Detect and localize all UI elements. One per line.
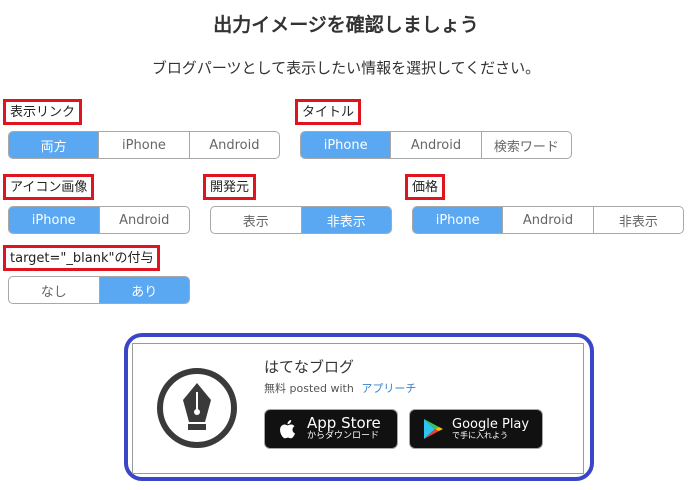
google-play-sub-text: で手に入れよう [452,430,508,440]
icon-image-selector: iPhone Android [8,206,190,234]
app-store-badge[interactable]: App Store からダウンロード [264,409,398,449]
title-option-search-word[interactable]: 検索ワード [480,132,571,158]
target-blank-option-none[interactable]: なし [9,277,99,303]
title-option-iphone[interactable]: iPhone [301,132,391,158]
developer-option-hide[interactable]: 非表示 [300,207,391,233]
apple-icon [280,420,295,439]
developer-option-show[interactable]: 表示 [211,207,301,233]
target-blank-option-yes[interactable]: あり [98,277,189,303]
display-link-option-both[interactable]: 両方 [9,132,99,158]
icon-image-label: アイコン画像 [3,174,95,200]
app-store-sub-text: からダウンロード [307,431,380,442]
target-blank-label: target="_blank"の付与 [3,245,161,271]
icon-image-option-iphone[interactable]: iPhone [9,207,99,233]
fountain-pen-icon [157,368,237,448]
title-selector: iPhone Android 検索ワード [300,131,572,159]
price-option-hide[interactable]: 非表示 [592,207,683,233]
display-link-option-iphone[interactable]: iPhone [98,132,188,158]
appreach-link[interactable]: アプリーチ [361,382,416,395]
display-link-label: 表示リンク [3,99,83,125]
title-label: タイトル [295,99,362,125]
app-store-main-text: App Store [307,414,381,433]
developer-label: 開発元 [203,174,257,200]
price-selector: iPhone Android 非表示 [412,206,684,234]
app-price: 無料 [264,382,286,395]
google-play-icon [424,419,443,439]
price-option-iphone[interactable]: iPhone [413,207,503,233]
price-option-android[interactable]: Android [502,207,592,233]
icon-image-option-android[interactable]: Android [98,207,190,233]
title-option-android[interactable]: Android [390,132,480,158]
page-subtitle: ブログパーツとして表示したい情報を選択してください。 [151,59,541,77]
app-preview-card: はてなブログ 無料 posted with アプリーチ App Store から… [132,343,584,474]
page-title: 出力イメージを確認しましょう [213,14,479,36]
price-label: 価格 [405,174,446,200]
google-play-badge[interactable]: Google Play で手に入れよう [409,409,543,449]
app-meta: 無料 posted with アプリーチ [264,380,416,396]
display-link-option-android[interactable]: Android [188,132,279,158]
posted-with-text: posted with [289,382,354,395]
app-name[interactable]: はてなブログ [264,356,354,377]
target-blank-selector: なし あり [8,276,190,304]
display-link-selector: 両方 iPhone Android [8,131,280,159]
developer-selector: 表示 非表示 [210,206,392,234]
google-play-main-text: Google Play [452,416,530,432]
